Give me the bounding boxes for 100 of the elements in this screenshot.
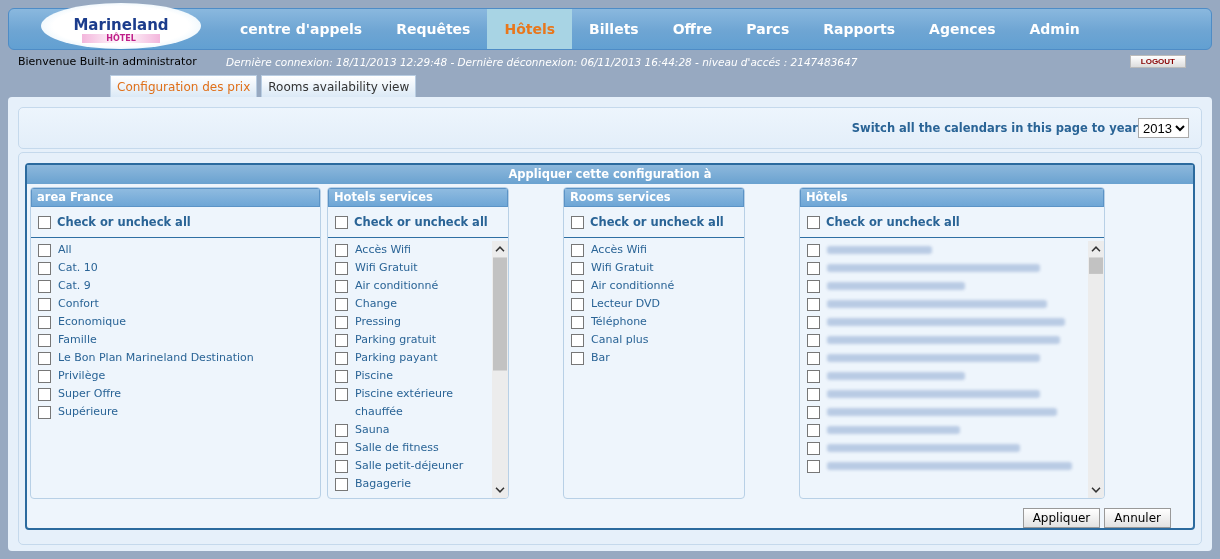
checkbox[interactable]: [571, 244, 584, 257]
checkbox[interactable]: [571, 215, 584, 229]
panel-title: area France: [31, 188, 320, 207]
dialog-button[interactable]: Appliquer: [1022, 508, 1101, 528]
nav-item[interactable]: Admin: [1012, 9, 1097, 49]
checkbox[interactable]: [38, 334, 51, 347]
nav-item[interactable]: Agences: [912, 9, 1013, 49]
option-label: Change: [355, 296, 398, 312]
check-all-label: Check or uncheck all: [354, 215, 488, 229]
checkbox[interactable]: [38, 388, 51, 401]
option-label: Canal plus: [591, 332, 649, 348]
checkbox[interactable]: [571, 316, 584, 329]
checkbox[interactable]: [807, 316, 820, 329]
checkbox[interactable]: [807, 388, 820, 401]
checkbox[interactable]: [38, 280, 51, 293]
option-label: Le Bon Plan Marineland Destination: [58, 350, 254, 366]
option-label: Privilège: [58, 368, 106, 384]
checkbox[interactable]: [807, 442, 820, 455]
option-label: Accès Wifi: [355, 242, 412, 258]
nav-item[interactable]: Offre: [655, 9, 730, 49]
option-label: Téléphone: [591, 314, 647, 330]
option-label: Salle petit-déjeuner: [355, 458, 464, 474]
dialog-button[interactable]: Annuler: [1104, 508, 1171, 528]
checkbox[interactable]: [335, 316, 348, 329]
option-label: Lecteur DVD: [591, 296, 661, 312]
scrollbar-drawing[interactable]: [492, 241, 508, 498]
option-label: Parking payant: [355, 350, 438, 366]
checkbox[interactable]: [335, 352, 348, 365]
checkbox[interactable]: [38, 215, 51, 229]
checkbox[interactable]: [807, 352, 820, 365]
checkbox[interactable]: [335, 298, 348, 311]
nav-item[interactable]: Parcs: [729, 9, 807, 49]
option-label: Salle de fitness: [355, 440, 439, 456]
checkbox[interactable]: [335, 370, 348, 383]
logo[interactable]: Marineland HÔTEL: [41, 3, 201, 49]
checkbox[interactable]: [807, 406, 820, 419]
checkbox[interactable]: [335, 244, 348, 257]
panel-title: Hotels services: [328, 188, 508, 207]
checkbox[interactable]: [571, 334, 584, 347]
checkbox[interactable]: [571, 352, 584, 365]
checkbox[interactable]: [38, 370, 51, 383]
checkbox[interactable]: [807, 460, 820, 473]
checkbox[interactable]: [807, 280, 820, 293]
checkbox[interactable]: [335, 334, 348, 347]
option-label: Air conditionné: [355, 278, 439, 294]
option-label: Famille: [58, 332, 97, 348]
option-label: Economique: [58, 314, 126, 330]
welcome-text: Bienvenue Built-in administrator: [18, 55, 198, 68]
checkbox[interactable]: [335, 388, 348, 401]
option-label: Supérieure: [58, 404, 119, 420]
option-label: Wifi Gratuit: [591, 260, 654, 276]
checkbox[interactable]: [335, 280, 348, 293]
checkbox[interactable]: [38, 352, 51, 365]
checkbox[interactable]: [807, 370, 820, 383]
checkbox[interactable]: [807, 262, 820, 275]
checkbox[interactable]: [335, 460, 348, 473]
nav-item[interactable]: centre d'appels: [223, 9, 380, 49]
option-label: Pressing: [355, 314, 401, 330]
nav-item[interactable]: Requêtes: [379, 9, 488, 49]
checkbox[interactable]: [38, 298, 51, 311]
option-label: Sauna: [355, 422, 390, 438]
nav-item[interactable]: Rapports: [806, 9, 913, 49]
checkbox[interactable]: [571, 262, 584, 275]
check-all-label: Check or uncheck all: [826, 215, 960, 229]
checkbox[interactable]: [807, 424, 820, 437]
year-label: Switch all the calendars in this page to year: [851, 121, 1138, 135]
checkbox[interactable]: [807, 215, 820, 229]
logo-subtitle: HÔTEL: [82, 33, 160, 43]
checkbox[interactable]: [807, 334, 820, 347]
checkbox[interactable]: [571, 298, 584, 311]
option-label: Confort: [58, 296, 99, 312]
option-label: Bar: [591, 350, 610, 366]
option-label: Air conditionné: [591, 278, 675, 294]
logout-button[interactable]: LOGOUT: [1129, 55, 1186, 68]
checkbox[interactable]: [335, 215, 348, 229]
session-info: Dernière connexion: 18/11/2013 12:29:48 - Dernière déconnexion: 06/11/2013 16:44:28 - niveau d'accés : 2147483647: [226, 55, 859, 68]
nav-item[interactable]: Hôtels: [487, 9, 573, 49]
tab[interactable]: Configuration des prix: [110, 75, 258, 97]
option-label: All: [58, 242, 72, 258]
option-label: Piscine extérieure chauffée: [355, 386, 455, 420]
year-select[interactable]: 2013: [1138, 118, 1189, 138]
checkbox[interactable]: [335, 262, 348, 275]
checkbox[interactable]: [335, 442, 348, 455]
checkbox[interactable]: [38, 406, 51, 419]
tab[interactable]: Rooms availability view: [261, 75, 417, 97]
scrollbar-drawing[interactable]: [1088, 241, 1104, 498]
checkbox[interactable]: [335, 424, 348, 437]
check-all-label: Check or uncheck all: [57, 215, 191, 229]
checkbox[interactable]: [807, 298, 820, 311]
option-label: Super Offre: [58, 386, 121, 402]
checkbox[interactable]: [38, 244, 51, 257]
checkbox[interactable]: [571, 280, 584, 293]
option-label: Piscine: [355, 368, 394, 384]
checkbox[interactable]: [38, 262, 51, 275]
panel-title: Rooms services: [564, 188, 744, 207]
option-label: Cat. 10: [58, 260, 98, 276]
nav-item[interactable]: Billets: [572, 9, 656, 49]
checkbox[interactable]: [807, 244, 820, 257]
checkbox[interactable]: [38, 316, 51, 329]
checkbox[interactable]: [335, 478, 348, 491]
